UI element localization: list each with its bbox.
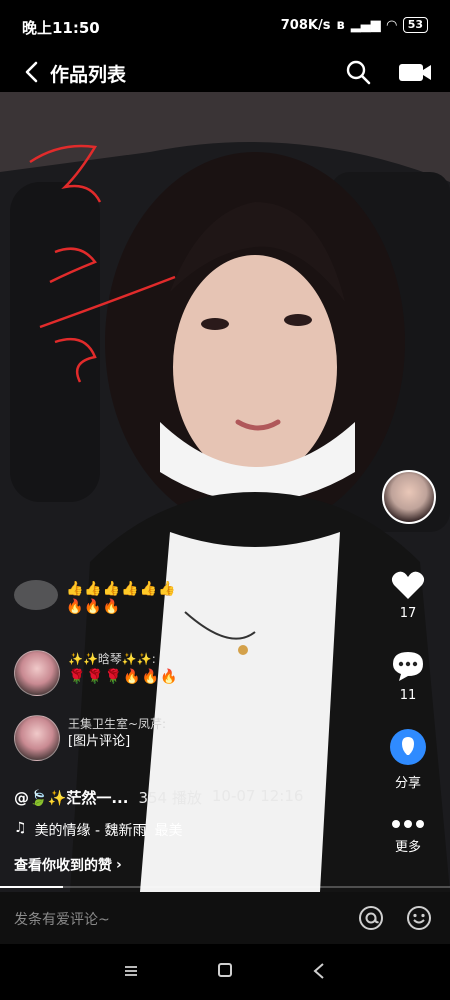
heart-icon (391, 571, 425, 599)
comment-body: 王集卫生室~凤芹: [图片评论] (68, 715, 166, 751)
page-title: 作品列表 (50, 64, 127, 86)
menu-icon[interactable] (124, 964, 138, 978)
post-author[interactable]: @🍃✨茫然一... (14, 787, 128, 808)
comment-item: 王集卫生室~凤芹: [图片评论] (14, 715, 166, 761)
like-button[interactable]: 17 (378, 570, 438, 621)
home-icon[interactable] (218, 963, 232, 977)
video-progress[interactable] (0, 886, 450, 888)
play-count: 354 播放 (138, 789, 202, 807)
likes-received-link[interactable]: 查看你收到的赞 › (14, 855, 122, 875)
comment-emoji: 👍👍👍👍👍👍 (66, 581, 177, 597)
system-nav-bar (0, 944, 450, 1000)
share-button[interactable]: 分享 (378, 728, 438, 791)
comment-item: 👍👍👍👍👍👍 🔥🔥🔥 (14, 580, 177, 616)
battery-indicator: 53 (402, 17, 428, 33)
comment-avatar (14, 650, 60, 696)
status-time: 晚上11:50 (22, 19, 100, 37)
comment-author: ✨✨晗琴✨✨: (68, 652, 156, 666)
comment-body: 👍👍👍👍👍👍 🔥🔥🔥 (66, 580, 177, 616)
comment-input[interactable]: 发条有爱评论~ (14, 909, 110, 929)
author-avatar[interactable] (382, 470, 436, 524)
status-bar: 晚上11:50 708K/s ʙ ▂▄▆ ◠ 53 (0, 0, 450, 52)
more-label: 更多 (394, 840, 421, 855)
post-meta: @🍃✨茫然一... 354 播放 10-07 12:16 (14, 787, 303, 808)
comment-avatar (14, 580, 58, 610)
share-icon (390, 729, 426, 765)
share-label: 分享 (394, 776, 421, 791)
comment-body: ✨✨晗琴✨✨: 🌹🌹🌹🔥🔥🔥 (68, 650, 179, 686)
status-indicators: 708K/s ʙ ▂▄▆ ◠ 53 (281, 17, 428, 33)
music-info[interactable]: ♫ 美的情缘 - 魏新雨 最美 (14, 820, 183, 840)
top-bar: 作品列表 (0, 52, 450, 92)
likes-received-label: 查看你收到的赞 (14, 858, 112, 874)
emoji-icon[interactable] (406, 905, 432, 931)
more-button[interactable]: 更多 (378, 815, 438, 855)
comment-emoji: 🔥🔥🔥 (66, 599, 122, 615)
signal-icon: ▂▄▆ (350, 17, 381, 33)
camera-icon[interactable] (398, 60, 432, 84)
bluetooth-icon: ʙ (336, 17, 345, 33)
likes-count: 17 (399, 606, 417, 621)
nav-back-icon[interactable] (312, 962, 326, 980)
comment-button[interactable]: 11 (378, 650, 438, 703)
comment-bar: 发条有爱评论~ (0, 892, 450, 944)
comments-count: 11 (399, 688, 417, 703)
mention-icon[interactable] (358, 905, 384, 931)
video-progress-fill (0, 886, 63, 888)
post-date: 10-07 12:16 (211, 787, 304, 805)
more-dots-icon (392, 820, 424, 828)
network-speed: 708K/s (280, 17, 331, 33)
music-title: 美的情缘 - 魏新雨 (34, 823, 147, 839)
wifi-icon: ◠ (386, 17, 397, 33)
music-note-icon: ♫ (14, 820, 27, 836)
comment-item: ✨✨晗琴✨✨: 🌹🌹🌹🔥🔥🔥 (14, 650, 179, 696)
chevron-right-icon: › (116, 857, 122, 873)
music-title-scroll: 最美 (154, 823, 183, 839)
comment-icon (393, 652, 423, 681)
comment-text: [图片评论] (68, 734, 131, 749)
search-icon[interactable] (344, 58, 372, 86)
comment-author: 王集卫生室~凤芹: (68, 717, 167, 731)
comment-emoji: 🌹🌹🌹🔥🔥🔥 (68, 669, 179, 685)
comment-avatar (14, 715, 60, 761)
back-icon[interactable] (18, 58, 46, 86)
